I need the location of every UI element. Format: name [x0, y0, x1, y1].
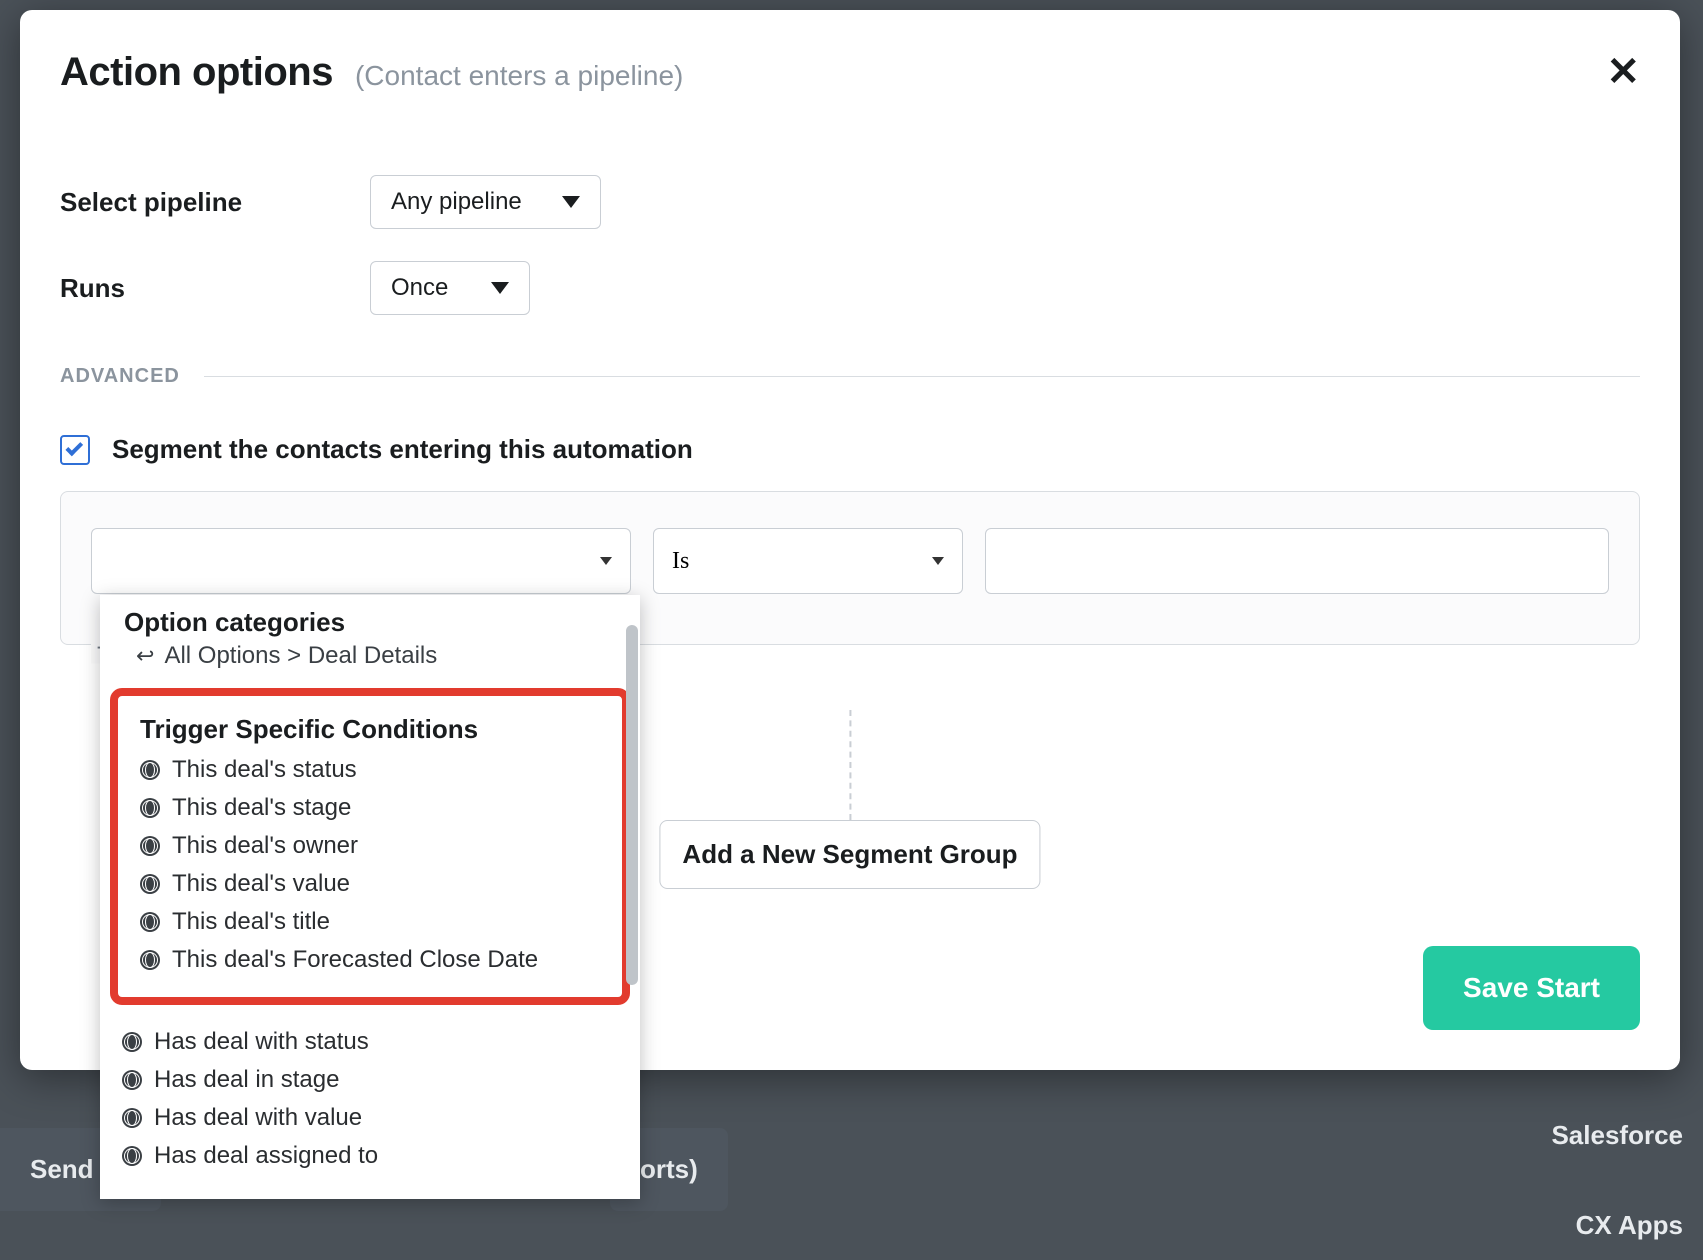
runs-select-value: Once	[391, 274, 448, 302]
add-segment-group-button[interactable]: Add a New Segment Group	[659, 820, 1040, 889]
globe-icon	[140, 836, 160, 856]
dropdown-item-label: This deal's title	[172, 908, 330, 936]
pipeline-select[interactable]: Any pipeline	[370, 175, 601, 229]
advanced-heading-label: ADVANCED	[60, 365, 180, 388]
advanced-heading: ADVANCED	[60, 365, 1640, 388]
chevron-down-icon	[600, 557, 612, 565]
segment-group-divider: Add a New Segment Group	[659, 710, 1040, 889]
dropdown-item-label: Has deal with value	[154, 1104, 362, 1132]
dropdown-item[interactable]: This deal's title	[118, 903, 622, 941]
runs-label: Runs	[60, 273, 370, 304]
dropdown-item-label: Has deal with status	[154, 1028, 369, 1056]
trigger-conditions-title: Trigger Specific Conditions	[118, 710, 622, 751]
condition-value-input[interactable]	[985, 528, 1609, 594]
breadcrumb-text: All Options > Deal Details	[164, 642, 437, 670]
divider	[204, 376, 1640, 377]
globe-icon	[140, 798, 160, 818]
modal-subtitle: (Contact enters a pipeline)	[355, 60, 683, 92]
dropdown-item[interactable]: This deal's stage	[118, 789, 622, 827]
scrollbar[interactable]	[626, 625, 638, 985]
globe-icon	[122, 1070, 142, 1090]
segment-checkbox[interactable]	[60, 435, 90, 465]
background-right-item-1: Salesforce	[1531, 1110, 1703, 1161]
dropdown-item[interactable]: Has deal with status	[100, 1023, 640, 1061]
dropdown-item[interactable]: This deal's Forecasted Close Date	[118, 941, 622, 979]
condition-operator-select[interactable]: Is	[653, 528, 963, 594]
dropdown-item-label: Has deal in stage	[154, 1066, 339, 1094]
chevron-down-icon	[562, 196, 580, 208]
pipeline-select-value: Any pipeline	[391, 188, 522, 216]
attribute-dropdown: Option categories ↩ All Options > Deal D…	[100, 595, 640, 1199]
dropdown-item-label: Has deal assigned to	[154, 1142, 378, 1170]
runs-select[interactable]: Once	[370, 261, 530, 315]
dropdown-item[interactable]: This deal's owner	[118, 827, 622, 865]
dropdown-item-label: This deal's value	[172, 870, 350, 898]
trigger-conditions-highlight: Trigger Specific Conditions This deal's …	[110, 688, 630, 1005]
globe-icon	[122, 1108, 142, 1128]
dropdown-item-label: This deal's status	[172, 756, 357, 784]
chevron-down-icon	[491, 282, 509, 294]
dropdown-item-label: This deal's Forecasted Close Date	[172, 946, 538, 974]
save-start-button[interactable]: Save Start	[1423, 946, 1640, 1030]
chevron-down-icon	[932, 557, 944, 565]
dropdown-breadcrumb[interactable]: ↩ All Options > Deal Details	[100, 638, 640, 672]
globe-icon	[140, 760, 160, 780]
globe-icon	[122, 1146, 142, 1166]
dropdown-item-label: This deal's stage	[172, 794, 351, 822]
dropdown-item[interactable]: This deal's value	[118, 865, 622, 903]
modal-title: Action options	[60, 50, 333, 95]
dropdown-item[interactable]: This deal's status	[118, 751, 622, 789]
close-icon[interactable]: ✕	[1606, 52, 1640, 92]
check-icon	[65, 439, 83, 457]
dropdown-heading: Option categories	[100, 603, 640, 638]
dropdown-item[interactable]: Has deal with value	[100, 1099, 640, 1137]
pipeline-label: Select pipeline	[60, 187, 370, 218]
segment-checkbox-row: Segment the contacts entering this autom…	[60, 434, 1640, 465]
dropdown-item[interactable]: Has deal assigned to	[100, 1137, 640, 1175]
globe-icon	[122, 1032, 142, 1052]
segment-checkbox-label: Segment the contacts entering this autom…	[112, 434, 693, 465]
dropdown-item[interactable]: Has deal in stage	[100, 1061, 640, 1099]
modal-header: Action options (Contact enters a pipelin…	[60, 50, 1640, 95]
globe-icon	[140, 912, 160, 932]
pipeline-row: Select pipeline Any pipeline	[60, 175, 1640, 229]
globe-icon	[140, 874, 160, 894]
runs-row: Runs Once	[60, 261, 1640, 315]
condition-row: Is	[91, 528, 1609, 594]
back-arrow-icon: ↩	[136, 643, 154, 669]
dashed-line	[849, 710, 851, 820]
globe-icon	[140, 950, 160, 970]
condition-operator-value: Is	[672, 548, 689, 575]
condition-attribute-select[interactable]	[91, 528, 631, 594]
dropdown-item-label: This deal's owner	[172, 832, 358, 860]
background-right-item-2: CX Apps	[1556, 1200, 1703, 1251]
